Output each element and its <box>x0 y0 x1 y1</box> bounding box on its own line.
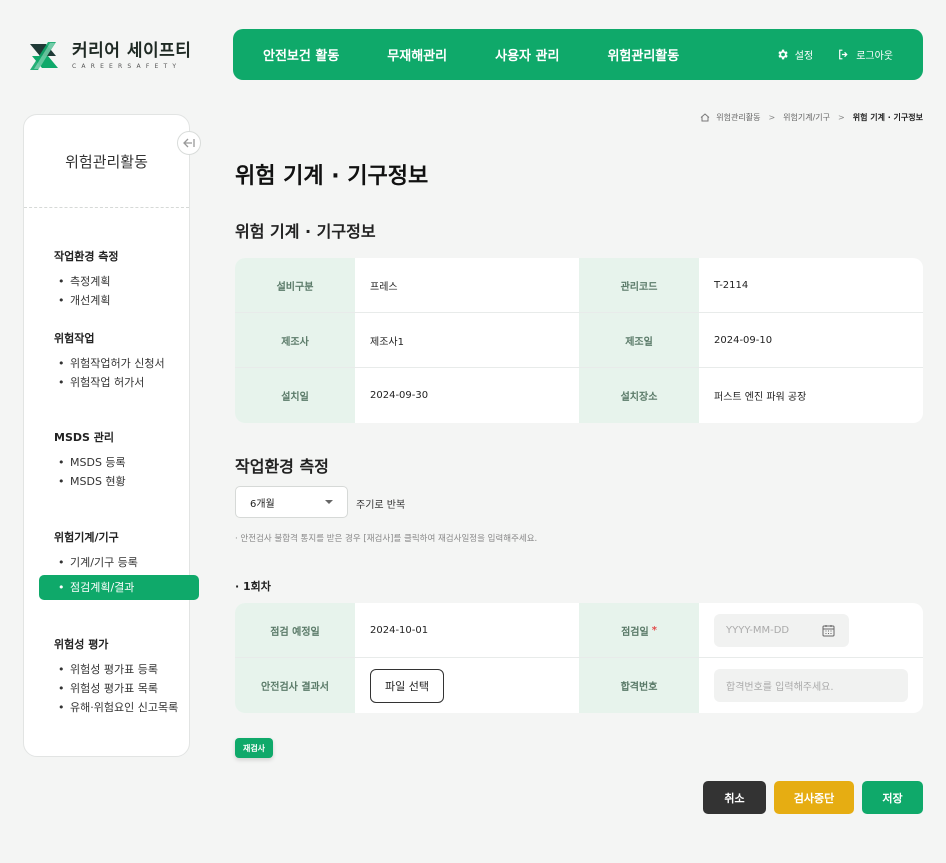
file-select-button[interactable]: 파일 선택 <box>370 668 444 703</box>
info-value: 제조사1 <box>370 336 404 348</box>
sidebar-item-improve-plan[interactable]: 개선계획 <box>24 291 191 310</box>
info-value: T-2114 <box>714 279 749 291</box>
info-label: 관리코드 <box>579 258 699 312</box>
sidebar-collapse-button[interactable] <box>177 131 201 155</box>
logout-label: 로그아웃 <box>856 51 893 62</box>
breadcrumb-item[interactable]: 위험관리활동 <box>716 112 760 123</box>
sidebar-item-work-permit[interactable]: 위험작업 허가서 <box>24 373 191 392</box>
nav-no-accident[interactable]: 무재해관리 <box>387 45 447 64</box>
breadcrumb-item[interactable]: 위험기계/기구 <box>783 112 830 123</box>
info-value: 퍼스트 엔진 파워 공장 <box>714 392 807 403</box>
section-title-machine: 위험 기계 · 기구정보 <box>235 222 376 241</box>
sidebar-group-msds: MSDS 관리 MSDS 등록 MSDS 현황 <box>24 429 191 491</box>
cycle-select[interactable]: 6개월 <box>235 486 348 518</box>
logo-icon <box>30 42 58 70</box>
logout-icon <box>839 49 848 60</box>
page-title: 위험 기계 · 기구정보 <box>235 164 429 189</box>
inspect-date-label: 점검일 * <box>579 603 699 657</box>
sidebar-group-risk-assessment: 위험성 평가 위험성 평가표 등록 위험성 평가표 목록 유해·위험요인 신고목… <box>24 636 191 717</box>
info-label: 설비구분 <box>235 258 355 312</box>
inspect-date-cell: YYYY-MM-DD <box>699 603 923 657</box>
info-label: 설치일 <box>235 368 355 423</box>
sidebar-item-assessment-list[interactable]: 위험성 평가표 목록 <box>24 679 191 698</box>
home-icon[interactable] <box>700 113 710 122</box>
info-value: 프레스 <box>370 281 398 293</box>
sidebar-title: 위험관리활동 <box>24 115 189 208</box>
sidebar-item-hazard-report-list[interactable]: 유해·위험요인 신고목록 <box>24 698 191 717</box>
sidebar-item-msds-register[interactable]: MSDS 등록 <box>24 453 191 472</box>
sidebar-item-machine-register[interactable]: 기계/기구 등록 <box>24 553 191 572</box>
nav-user-management[interactable]: 사용자 관리 <box>495 45 559 64</box>
planned-date-label: 점검 예정일 <box>235 603 355 657</box>
info-label: 설치장소 <box>579 368 699 423</box>
sidebar-group-work-env: 작업환경 측정 측정계획 개선계획 <box>24 248 191 310</box>
pass-number-cell: 합격번호를 입력해주세요. <box>699 658 923 713</box>
cycle-selected-value: 6개월 <box>250 498 275 510</box>
sidebar-item-assessment-register[interactable]: 위험성 평가표 등록 <box>24 660 191 679</box>
caret-down-icon <box>325 500 333 504</box>
pass-number-input[interactable]: 합격번호를 입력해주세요. <box>714 669 908 702</box>
logout-button[interactable]: 로그아웃 <box>837 47 893 62</box>
result-file-label: 안전검사 결과서 <box>235 658 355 713</box>
logo[interactable]: 커리어 세이프티 CAREERSAFETY <box>28 40 191 72</box>
sidebar-group-title: 위험작업 <box>54 332 95 345</box>
sidebar-group-risk-work: 위험작업 위험작업허가 신청서 위험작업 허가서 <box>24 330 191 392</box>
gear-icon <box>778 49 788 60</box>
sidebar-group-title: MSDS 관리 <box>54 431 114 444</box>
table-row: 제조사 제조사1 제조일 2024-09-10 <box>235 313 923 368</box>
nav-risk-management[interactable]: 위험관리활동 <box>607 45 679 64</box>
top-nav-bar: 안전보건 활동 무재해관리 사용자 관리 위험관리활동 설정 로그아웃 <box>233 29 923 80</box>
machine-info-table: 설비구분 프레스 관리코드 T-2114 제조사 제조사1 제조일 2024-0… <box>235 258 923 423</box>
calendar-icon[interactable] <box>822 624 835 637</box>
info-value: 2024-09-10 <box>714 334 773 346</box>
result-file-cell: 파일 선택 <box>355 658 579 713</box>
sidebar-group-title: 위험성 평가 <box>54 638 109 651</box>
nav-safety-health[interactable]: 안전보건 활동 <box>263 45 339 64</box>
collapse-left-icon <box>183 138 195 148</box>
table-row: 안전검사 결과서 파일 선택 합격번호 합격번호를 입력해주세요. <box>235 658 923 713</box>
chevron-right-icon: > <box>768 113 776 122</box>
sidebar-item-measure-plan[interactable]: 측정계획 <box>24 272 191 291</box>
cancel-button[interactable]: 취소 <box>703 781 766 814</box>
recheck-notice: · 안전검사 불합격 통지를 받은 경우 [재검사]를 클릭하여 재검사일정을 … <box>235 534 538 544</box>
table-row: 설치일 2024-09-30 설치장소 퍼스트 엔진 파워 공장 <box>235 368 923 423</box>
pass-number-label: 합격번호 <box>579 658 699 713</box>
logo-name: 커리어 세이프티 <box>72 41 192 61</box>
logo-sub: CAREERSAFETY <box>72 63 182 70</box>
round-title: · 1회차 <box>235 580 271 593</box>
recheck-button[interactable]: 재검사 <box>235 738 273 758</box>
sidebar-item-msds-status[interactable]: MSDS 현황 <box>24 472 191 491</box>
sidebar-item-inspection-plan[interactable]: 점검계획/결과 <box>39 575 199 600</box>
sidebar-group-title: 작업환경 측정 <box>54 250 119 263</box>
table-row: 점검 예정일 2024-10-01 점검일 * YYYY-MM-DD <box>235 603 923 658</box>
inspect-date-input[interactable]: YYYY-MM-DD <box>714 613 849 647</box>
sidebar-group-title: 위험기계/기구 <box>54 531 119 544</box>
info-value: 2024-09-30 <box>370 390 429 401</box>
sidebar-item-work-permit-request[interactable]: 위험작업허가 신청서 <box>24 354 191 373</box>
chevron-right-icon: > <box>838 113 845 122</box>
save-button[interactable]: 저장 <box>862 781 923 814</box>
settings-label: 설정 <box>794 51 814 62</box>
section-title-work-env: 작업환경 측정 <box>235 457 329 476</box>
info-label: 제조사 <box>235 313 355 367</box>
cycle-suffix: 주기로 반복 <box>356 500 406 511</box>
stop-inspection-button[interactable]: 검사중단 <box>774 781 854 814</box>
breadcrumb-current: 위험 기계 · 기구정보 <box>852 113 923 122</box>
table-row: 설비구분 프레스 관리코드 T-2114 <box>235 258 923 313</box>
info-label: 제조일 <box>579 313 699 367</box>
settings-button[interactable]: 설정 <box>776 47 813 62</box>
planned-date-value: 2024-10-01 <box>370 624 429 636</box>
sidebar-group-machine: 위험기계/기구 기계/기구 등록 점검계획/결과 <box>24 529 199 600</box>
inspection-round-table: 점검 예정일 2024-10-01 점검일 * YYYY-MM-DD 안전검사 결… <box>235 603 923 713</box>
breadcrumb: 위험관리활동 > 위험기계/기구 > 위험 기계 · 기구정보 <box>700 112 923 123</box>
required-mark: * <box>651 624 657 636</box>
sidebar: 위험관리활동 작업환경 측정 측정계획 개선계획 위험작업 위험작업허가 신청서… <box>23 114 201 757</box>
